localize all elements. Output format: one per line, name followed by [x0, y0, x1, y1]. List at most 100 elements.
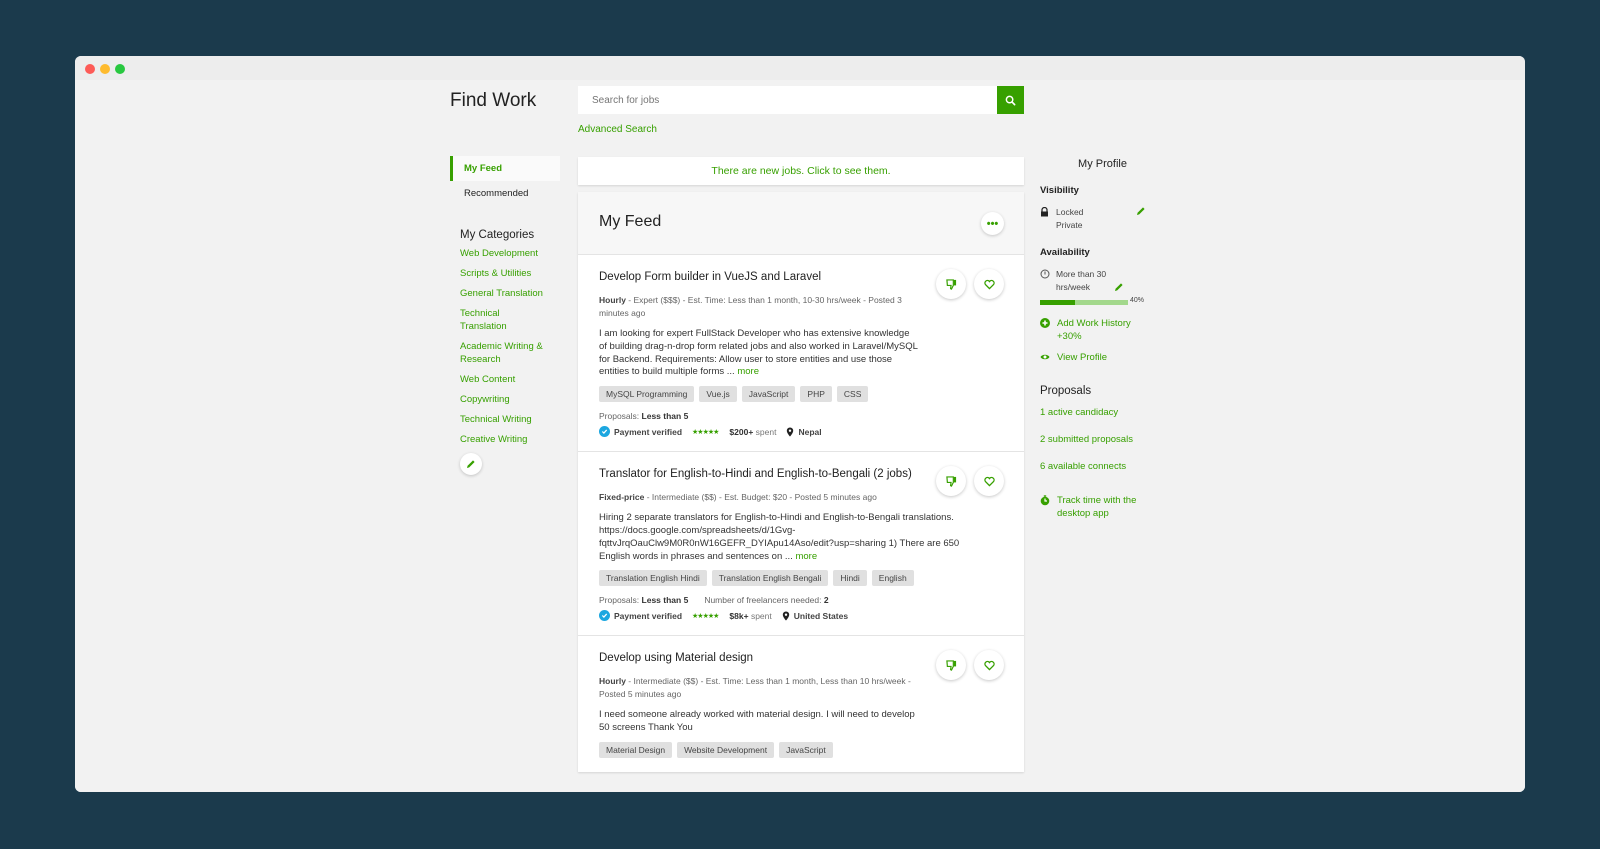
- track-time-link[interactable]: Track time with the desktop app: [1040, 494, 1165, 520]
- add-work-history-text: Add Work History +30%: [1057, 318, 1131, 342]
- skill-tags: Material Design Website Development Java…: [599, 741, 1003, 758]
- profile-completeness-percent: 40%: [1130, 297, 1145, 304]
- search-button[interactable]: [997, 86, 1024, 114]
- dislike-button[interactable]: [936, 466, 966, 497]
- visibility-value: Locked Private: [1056, 207, 1084, 230]
- more-link[interactable]: more: [737, 366, 759, 377]
- proposals-value: Less than 5: [641, 411, 689, 422]
- proposals-label: Proposals:: [599, 595, 642, 606]
- job-card[interactable]: Translator for English-to-Hindi and Engl…: [578, 452, 1024, 637]
- skill-tag[interactable]: Vue.js: [699, 386, 737, 403]
- nav-item-my-feed[interactable]: My Feed: [450, 156, 560, 181]
- available-connects-link[interactable]: 6 available connects: [1040, 461, 1165, 472]
- job-meta-details: - Intermediate ($$) - Est. Time: Less th…: [599, 676, 911, 700]
- view-profile-link[interactable]: View Profile: [1040, 351, 1165, 365]
- job-title[interactable]: Develop Form builder in VueJS and Larave…: [599, 269, 919, 285]
- pencil-icon: [1137, 207, 1145, 215]
- job-meta: Hourly - Intermediate ($$) - Est. Time: …: [599, 675, 919, 701]
- minimize-window-button[interactable]: [100, 64, 110, 74]
- freelancers-needed-value: 2: [823, 595, 829, 606]
- edit-availability-button[interactable]: [1114, 282, 1124, 296]
- skill-tag[interactable]: JavaScript: [741, 386, 796, 403]
- add-work-history-link[interactable]: Add Work History +30%: [1040, 317, 1165, 343]
- category-link[interactable]: Web Development: [450, 247, 560, 260]
- dislike-button[interactable]: [936, 650, 966, 681]
- submitted-proposals-link[interactable]: 2 submitted proposals: [1040, 434, 1165, 445]
- dislike-button[interactable]: [936, 269, 966, 299]
- nav-item-recommended[interactable]: Recommended: [450, 181, 560, 206]
- proposals-value: Less than 5: [641, 595, 689, 606]
- location-text: United States: [793, 610, 849, 621]
- category-link[interactable]: General Translation: [450, 287, 560, 300]
- job-title[interactable]: Translator for English-to-Hindi and Engl…: [599, 466, 919, 482]
- client-rating-stars: ★★★★★: [692, 612, 719, 620]
- categories-heading: My Categories: [460, 229, 535, 241]
- job-card[interactable]: Develop Form builder in VueJS and Larave…: [578, 255, 1024, 453]
- eye-icon: [1040, 354, 1050, 360]
- skill-tag[interactable]: English: [871, 570, 914, 587]
- category-link[interactable]: Technical Translation: [450, 307, 530, 333]
- view-profile-text: View Profile: [1057, 352, 1107, 363]
- job-actions: [936, 650, 1004, 681]
- skill-tag[interactable]: Translation English Bengali: [711, 570, 829, 587]
- skill-tag[interactable]: Material Design: [599, 741, 673, 758]
- browser-window: Find Work Advanced Search My Feed Recomm…: [75, 56, 1525, 792]
- edit-categories-button[interactable]: [460, 453, 482, 475]
- advanced-search-link[interactable]: Advanced Search: [578, 124, 657, 135]
- profile-completeness-bar: 40%: [1040, 297, 1144, 305]
- heart-icon: [983, 476, 995, 487]
- feed-options-button[interactable]: •••: [981, 212, 1004, 235]
- active-candidacy-link[interactable]: 1 active candidacy: [1040, 407, 1165, 418]
- client-spent: $8k+ spent: [729, 611, 771, 621]
- job-title[interactable]: Develop using Material design: [599, 650, 919, 666]
- edit-visibility-button[interactable]: [1136, 206, 1146, 220]
- thumbs-down-icon: [945, 660, 956, 671]
- category-link[interactable]: Technical Writing: [450, 413, 560, 426]
- more-link[interactable]: more: [795, 551, 817, 562]
- job-description: Hiring 2 separate translators for Englis…: [599, 512, 979, 563]
- client-spent: $200+ spent: [729, 427, 776, 437]
- maximize-window-button[interactable]: [115, 64, 125, 74]
- plus-circle-icon: [1040, 318, 1050, 328]
- category-link[interactable]: Creative Writing: [450, 433, 560, 446]
- skill-tag[interactable]: MySQL Programming: [599, 386, 695, 403]
- feed-header: My Feed •••: [578, 192, 1024, 255]
- category-link[interactable]: Web Content: [450, 373, 560, 386]
- payment-verified: Payment verified: [614, 610, 683, 621]
- ellipsis-icon: •••: [986, 217, 999, 230]
- skill-tag[interactable]: Hindi: [833, 570, 867, 587]
- client-rating-stars: ★★★★★: [692, 428, 719, 436]
- job-description: I need someone already worked with mater…: [599, 709, 919, 735]
- save-job-button[interactable]: [974, 269, 1004, 299]
- proposals-info: Proposals: Less than 5 Number of freelanc…: [599, 595, 1003, 605]
- save-job-button[interactable]: [974, 650, 1004, 681]
- job-card[interactable]: Develop using Material design Hourly - I…: [578, 636, 1024, 772]
- search-input[interactable]: [578, 86, 997, 114]
- profile-heading: My Profile: [1078, 158, 1127, 170]
- close-window-button[interactable]: [85, 64, 95, 74]
- job-description-text: Hiring 2 separate translators for Englis…: [599, 512, 960, 562]
- skill-tag[interactable]: JavaScript: [779, 741, 833, 758]
- client-info: Payment verified ★★★★★ $8k+ spent United…: [599, 610, 1003, 622]
- job-description: I am looking for expert FullStack Develo…: [599, 328, 919, 379]
- spent-label: spent: [753, 426, 777, 437]
- category-link[interactable]: Copywriting: [450, 393, 560, 406]
- left-sidebar: My Feed Recommended My Categories Web De…: [450, 156, 560, 475]
- category-link[interactable]: Scripts & Utilities: [450, 267, 560, 280]
- skill-tag[interactable]: Website Development: [677, 741, 775, 758]
- availability-label: Availability: [1040, 247, 1090, 258]
- location-text: Nepal: [798, 426, 822, 437]
- search-bar: [578, 86, 1024, 114]
- title-bar: [75, 56, 1525, 80]
- visibility-row: Locked Private: [1040, 206, 1165, 232]
- thumbs-down-icon: [945, 476, 956, 487]
- client-location: United States: [782, 611, 848, 621]
- new-jobs-banner[interactable]: There are new jobs. Click to see them.: [578, 157, 1024, 185]
- skill-tag[interactable]: PHP: [800, 386, 832, 403]
- category-link[interactable]: Academic Writing & Research: [450, 340, 555, 366]
- skill-tag[interactable]: Translation English Hindi: [599, 570, 707, 587]
- spent-amount: $200+: [729, 426, 754, 437]
- save-job-button[interactable]: [974, 466, 1004, 497]
- skill-tag[interactable]: CSS: [836, 386, 869, 403]
- job-type: Hourly: [599, 295, 626, 305]
